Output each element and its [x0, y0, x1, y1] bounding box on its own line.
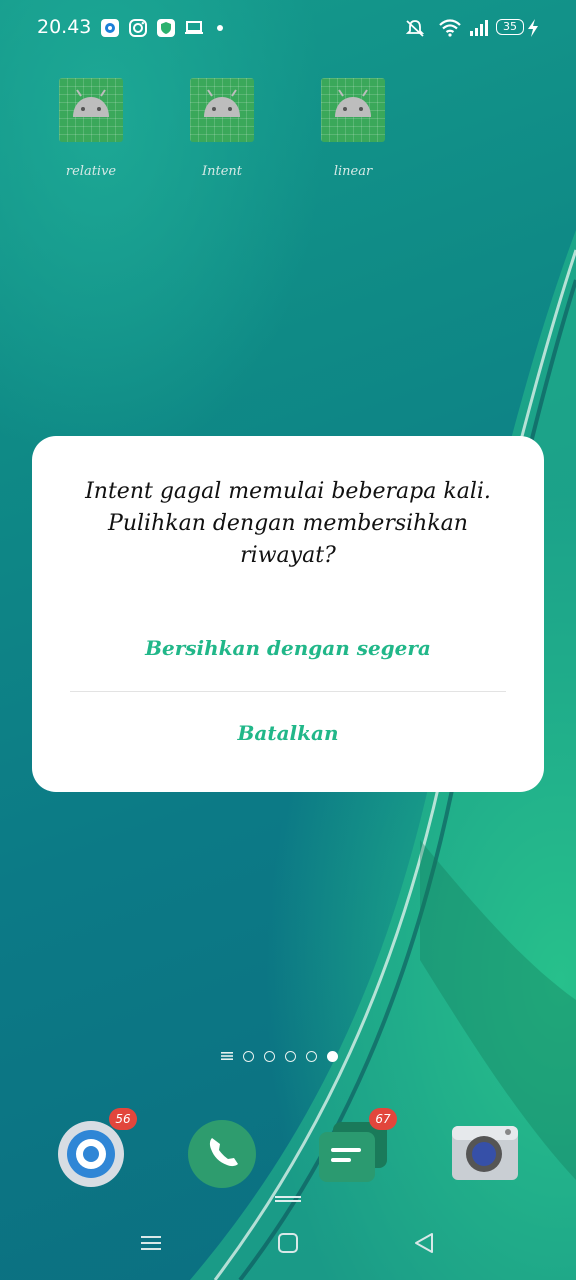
- shield-app-icon: [157, 19, 175, 37]
- signal-icon: [470, 20, 488, 36]
- wifi-icon: [439, 19, 461, 37]
- camera-app[interactable]: [450, 1120, 518, 1188]
- android-app-icon: [321, 78, 385, 142]
- app-linear[interactable]: linear: [320, 78, 386, 179]
- app-circle-icon: [101, 19, 119, 37]
- page-dot[interactable]: [306, 1050, 317, 1062]
- crash-dialog: Intent gagal memulai beberapa kali. Puli…: [32, 436, 544, 792]
- camera-icon: [452, 1126, 518, 1180]
- notification-badge: 56: [109, 1108, 137, 1130]
- gesture-handle-icon[interactable]: [275, 1196, 301, 1202]
- status-bar: 20.43 35: [0, 0, 576, 58]
- status-time: 20.43: [37, 16, 92, 38]
- page-dot-active[interactable]: [327, 1050, 338, 1062]
- battery-icon: 35: [496, 19, 524, 35]
- app-relative[interactable]: relative: [58, 78, 124, 179]
- app-label: linear: [333, 164, 373, 179]
- phone-app[interactable]: [188, 1120, 256, 1188]
- browser-icon: [58, 1121, 124, 1187]
- android-app-icon: [59, 78, 123, 142]
- app-intent[interactable]: Intent: [189, 78, 255, 179]
- cancel-button[interactable]: Batalkan: [32, 721, 544, 745]
- phone-icon: [188, 1120, 256, 1188]
- laptop-icon: [185, 21, 203, 34]
- clear-now-button[interactable]: Bersihkan dengan segera: [32, 636, 544, 660]
- page-dot[interactable]: [264, 1050, 275, 1062]
- android-app-icon: [190, 78, 254, 142]
- page-dot[interactable]: [285, 1050, 296, 1062]
- notification-badge: 67: [369, 1108, 397, 1130]
- app-label: Intent: [201, 164, 243, 179]
- back-nav-icon[interactable]: [413, 1232, 435, 1254]
- dot-icon: [217, 25, 223, 31]
- app-label: relative: [65, 164, 117, 179]
- bell-muted-icon: [405, 20, 425, 37]
- list-icon[interactable]: [221, 1050, 233, 1062]
- home-nav-icon[interactable]: [277, 1232, 299, 1254]
- dialog-message: Intent gagal memulai beberapa kali. Puli…: [85, 479, 491, 568]
- page-dot[interactable]: [243, 1050, 254, 1062]
- charging-icon: [528, 19, 538, 37]
- menu-nav-icon[interactable]: [140, 1232, 162, 1254]
- messages-icon: [319, 1122, 387, 1182]
- page-indicator[interactable]: [221, 1050, 338, 1062]
- instagram-icon: [129, 19, 147, 37]
- dialog-divider: [70, 691, 506, 692]
- messages-app[interactable]: 67: [319, 1108, 397, 1188]
- battery-level: 35: [503, 20, 517, 33]
- browser-app[interactable]: 56: [57, 1108, 137, 1188]
